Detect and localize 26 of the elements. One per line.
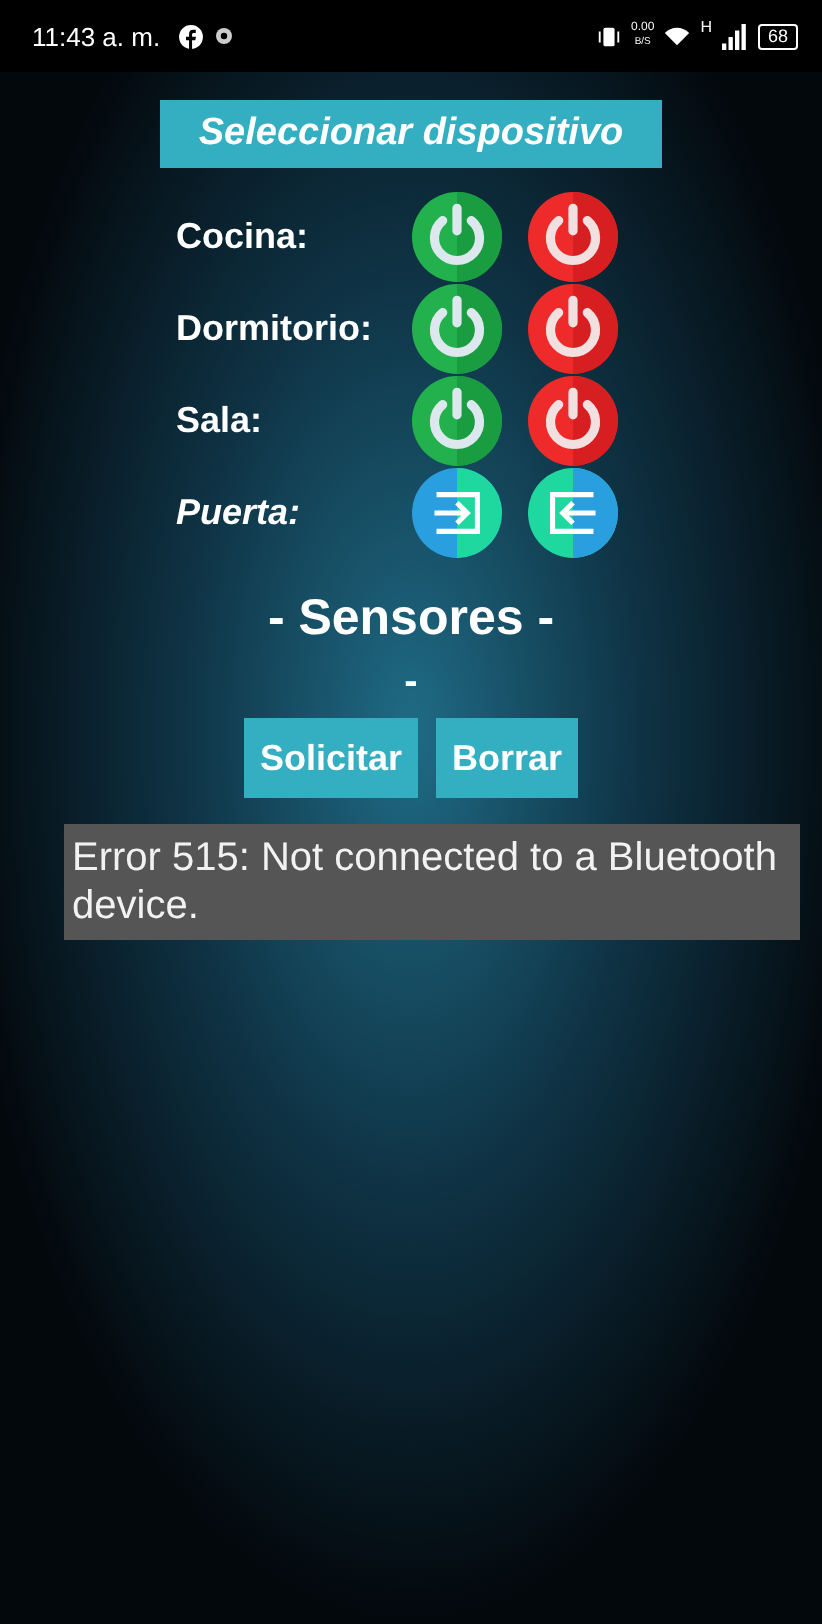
device-label: Dormitorio: [176,308,374,350]
enter-icon[interactable] [412,468,502,558]
facebook-icon [178,23,205,49]
vibrate-icon [595,23,622,49]
network-type: H [700,18,712,36]
battery-level: 68 [757,23,798,49]
select-device-button[interactable]: Seleccionar dispositivo [160,100,662,168]
wifi-icon [664,23,691,49]
device-label: Sala: [176,400,265,442]
action-button[interactable]: Borrar [436,718,579,798]
notification-icon [214,26,235,46]
power-on-icon[interactable] [412,192,502,282]
status-time: 11:43 a. m. [32,21,161,51]
action-button[interactable]: Solicitar [243,718,418,798]
exit-icon[interactable] [528,468,618,558]
device-label: Cocina: [176,216,311,258]
sensor-value: - [404,660,418,708]
sensors-title: - Sensores - [267,590,555,648]
power-on-icon[interactable] [412,284,502,374]
power-off-icon[interactable] [528,376,618,466]
power-off-icon[interactable] [528,284,618,374]
power-off-icon[interactable] [528,192,618,282]
signal-icon [721,23,748,49]
power-on-icon[interactable] [412,376,502,466]
error-message: Error 515: Not connected to a Bluetooth device. [64,824,800,940]
device-label: Puerta: [176,492,303,534]
